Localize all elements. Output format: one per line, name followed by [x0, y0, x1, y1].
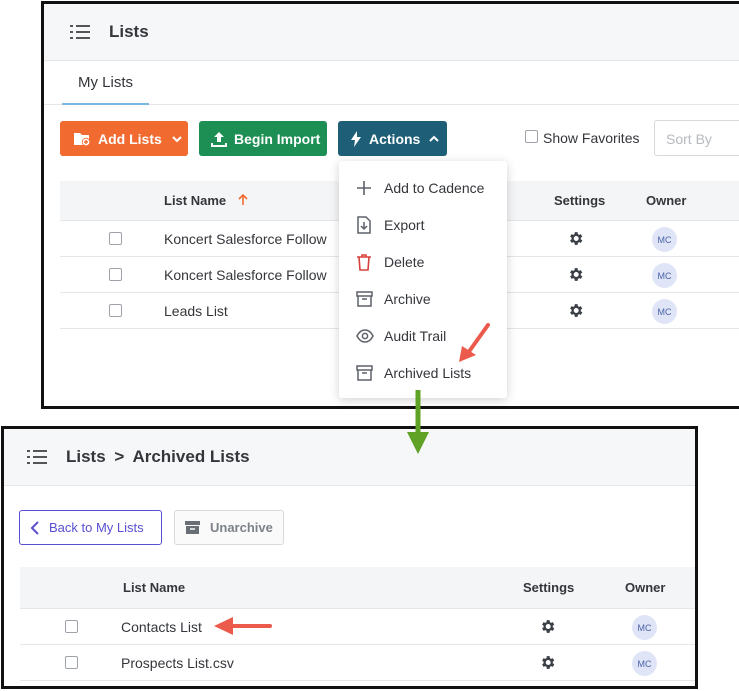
actions-label: Actions [369, 130, 421, 147]
add-folder-icon [74, 132, 91, 146]
begin-import-label: Begin Import [234, 130, 321, 147]
archive-icon [356, 290, 373, 307]
breadcrumb-separator: > [114, 447, 125, 466]
list-name[interactable]: Contacts List [121, 619, 202, 635]
row-checkbox[interactable] [65, 620, 78, 633]
archive-icon [356, 364, 373, 381]
table-row[interactable]: Contacts List MC [20, 609, 695, 645]
table-header: List Name Settings Owner [20, 567, 695, 609]
eye-icon [356, 328, 374, 343]
menu-item-label: Export [384, 216, 425, 233]
tab-my-lists[interactable]: My Lists [62, 61, 149, 105]
sort-by-select[interactable]: Sort By [654, 120, 739, 156]
gear-icon[interactable] [539, 618, 556, 635]
tab-bar: My Lists [44, 61, 739, 105]
page-header: Lists [44, 4, 739, 61]
sort-arrow-up-icon[interactable] [238, 194, 248, 206]
bolt-icon [351, 130, 361, 147]
row-checkbox[interactable] [109, 232, 122, 245]
column-owner: Owner [646, 193, 687, 208]
row-checkbox[interactable] [109, 304, 122, 317]
upload-icon [211, 131, 227, 147]
plus-icon [357, 180, 371, 195]
flow-arrow-down-icon [407, 390, 429, 454]
menu-item-export[interactable]: Export [339, 206, 507, 243]
column-list-name[interactable]: List Name [123, 580, 185, 595]
gear-icon[interactable] [567, 302, 584, 319]
unarchive-button[interactable]: Unarchive [174, 510, 284, 545]
unarchive-label: Unarchive [210, 520, 273, 535]
menu-item-label: Add to Cadence [384, 179, 485, 196]
gear-icon[interactable] [567, 230, 584, 247]
add-lists-label: Add Lists [98, 130, 162, 147]
trash-icon [357, 253, 371, 271]
table-row[interactable]: Prospects List.csv MC [20, 645, 695, 681]
gear-icon[interactable] [567, 266, 584, 283]
column-owner: Owner [625, 580, 666, 595]
column-settings: Settings [554, 193, 606, 208]
back-to-my-lists-button[interactable]: Back to My Lists [19, 510, 162, 545]
owner-avatar: MC [652, 263, 677, 288]
breadcrumb: Lists > Archived Lists [66, 447, 250, 467]
menu-item-label: Delete [384, 253, 425, 270]
show-favorites-label: Show Favorites [543, 130, 640, 146]
page-header: Lists > Archived Lists [4, 429, 695, 486]
column-list-name[interactable]: List Name [164, 193, 226, 208]
owner-avatar: MC [652, 227, 677, 252]
row-checkbox[interactable] [65, 656, 78, 669]
menu-icon[interactable] [27, 449, 47, 465]
list-name[interactable]: Leads List [164, 303, 228, 319]
column-settings: Settings [523, 580, 575, 595]
breadcrumb-root[interactable]: Lists [66, 447, 106, 466]
list-name[interactable]: Prospects List.csv [121, 655, 234, 671]
menu-item-archive[interactable]: Archive [339, 280, 507, 317]
annotation-arrow-icon [459, 323, 490, 362]
list-name[interactable]: Koncert Salesforce Follow [164, 267, 327, 283]
owner-avatar: MC [632, 615, 657, 640]
export-icon [357, 215, 371, 234]
menu-item-add-to-cadence[interactable]: Add to Cadence [339, 169, 507, 206]
page-title: Lists [109, 22, 149, 41]
menu-item-label: Audit Trail [384, 327, 447, 344]
breadcrumb-current: Archived Lists [132, 447, 250, 466]
owner-avatar: MC [632, 651, 657, 676]
chevron-left-icon [30, 520, 39, 535]
archived-lists-screenshot: Lists > Archived Lists Back to My Lists … [1, 426, 698, 689]
chevron-up-icon [429, 135, 440, 142]
menu-icon[interactable] [70, 24, 90, 40]
row-checkbox[interactable] [109, 268, 122, 281]
list-name[interactable]: Koncert Salesforce Follow [164, 231, 327, 247]
owner-avatar: MC [652, 299, 677, 324]
chevron-down-icon [172, 135, 182, 142]
menu-item-label: Archive [384, 290, 431, 307]
back-label: Back to My Lists [49, 520, 144, 535]
begin-import-button[interactable]: Begin Import [199, 121, 327, 156]
menu-item-delete[interactable]: Delete [339, 243, 507, 280]
show-favorites-checkbox[interactable] [525, 130, 538, 143]
annotation-arrow-icon [214, 617, 272, 635]
gear-icon[interactable] [539, 654, 556, 671]
add-lists-button[interactable]: Add Lists [60, 121, 188, 156]
archive-icon [185, 521, 200, 534]
actions-button[interactable]: Actions [338, 121, 447, 156]
